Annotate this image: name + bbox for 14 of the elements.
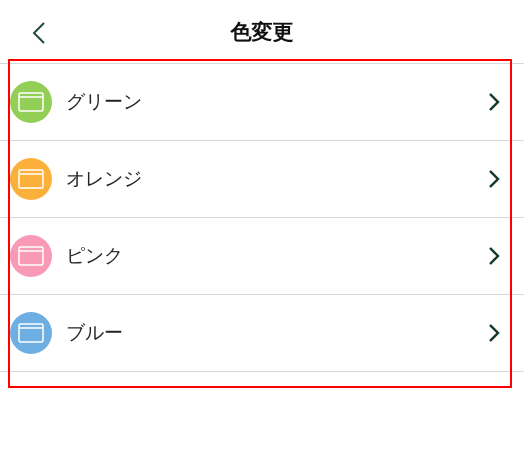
back-icon[interactable] — [32, 21, 46, 45]
color-label: グリーン — [66, 90, 143, 115]
chevron-icon — [488, 323, 500, 343]
page-title: 色変更 — [230, 18, 294, 46]
chevron-icon — [488, 169, 500, 189]
chevron-icon — [488, 92, 500, 112]
color-option[interactable]: ブルー — [0, 295, 524, 372]
chevron-icon — [488, 246, 500, 266]
color-option[interactable]: オレンジ — [0, 141, 524, 218]
color-label: オレンジ — [66, 167, 143, 192]
color-option[interactable]: ピンク — [0, 218, 524, 295]
color-label: ブルー — [66, 321, 124, 346]
color-label: ピンク — [66, 244, 124, 269]
color-option[interactable]: グリーン — [0, 64, 524, 141]
